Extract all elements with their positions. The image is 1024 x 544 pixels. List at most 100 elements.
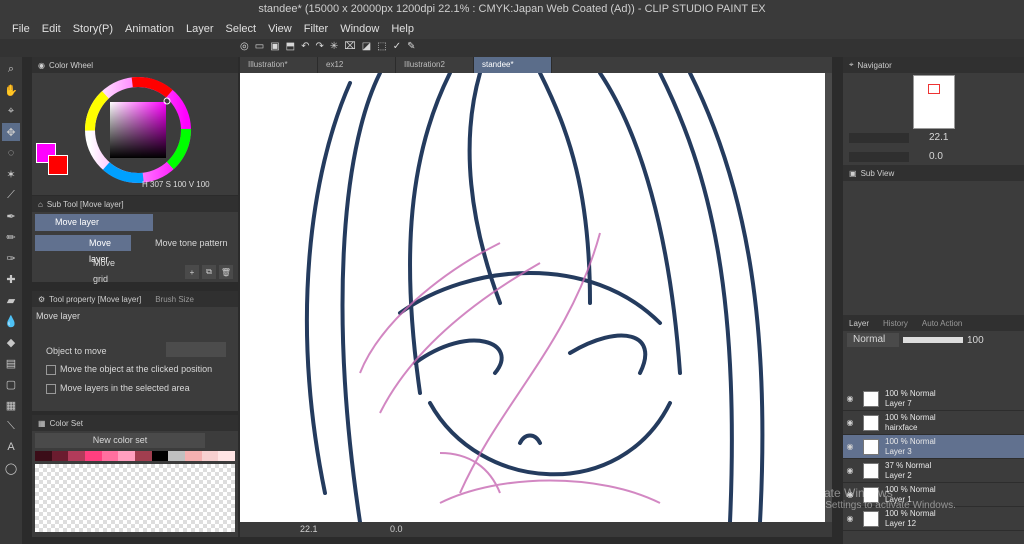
hsv-readout: H 307 S 100 V 100 <box>142 180 210 189</box>
fill-icon[interactable]: ◪ <box>362 41 371 52</box>
open-file-icon[interactable]: ▣ <box>270 41 279 52</box>
brush-size-tab[interactable]: Brush Size <box>155 295 194 304</box>
fill-icon[interactable]: ◆ <box>2 333 20 351</box>
tab-illustration[interactable]: Illustration* <box>240 57 318 73</box>
layer-row[interactable]: ◉ 100 % Normal hairxface <box>843 411 1024 435</box>
option-selected-area[interactable]: Move layers in the selected area <box>46 383 190 394</box>
color-set-dropdown[interactable]: New color set <box>35 433 205 448</box>
ruler-icon[interactable]: ⟍ <box>2 417 20 435</box>
menu-window[interactable]: Window <box>340 23 379 35</box>
layer-row[interactable]: ◉ 37 % Normal Layer 2 <box>843 459 1024 483</box>
new-file-icon[interactable]: ▭ <box>255 41 264 52</box>
subview-icon: ▣ <box>849 168 857 178</box>
redo-icon[interactable]: ↷ <box>315 41 323 52</box>
sub-color-swatch[interactable] <box>48 155 68 175</box>
layer-row[interactable]: ◉ 100 % Normal Layer 7 <box>843 387 1024 411</box>
menu-file[interactable]: File <box>12 23 30 35</box>
lasso-icon[interactable]: ◌ <box>2 144 20 162</box>
layer-thumbnail <box>863 390 879 407</box>
tool-property-name: Move layer <box>36 311 81 321</box>
blend-mode-dropdown[interactable]: Normal <box>847 333 899 347</box>
undo-icon[interactable]: ↶ <box>301 41 309 52</box>
option-clicked-position[interactable]: Move the object at the clicked position <box>46 364 212 375</box>
layer-tab[interactable]: Layer <box>849 319 869 328</box>
visibility-icon[interactable]: ◉ <box>843 418 857 427</box>
tab-standee[interactable]: standee* <box>474 57 552 73</box>
navigator-title: Navigator <box>857 60 892 70</box>
sub-tool-item-move-grid[interactable]: Move grid <box>35 255 131 284</box>
menu-view[interactable]: View <box>268 23 292 35</box>
navigator-preview[interactable] <box>913 75 955 129</box>
navigator-icon: ⌖ <box>849 60 854 69</box>
visibility-icon[interactable]: ◉ <box>843 394 857 403</box>
auto-action-tab[interactable]: Auto Action <box>922 319 962 328</box>
menu-help[interactable]: Help <box>391 23 414 35</box>
visibility-icon[interactable]: ◉ <box>843 466 857 475</box>
balloon-icon[interactable]: ◯ <box>2 459 20 477</box>
menu-edit[interactable]: Edit <box>42 23 61 35</box>
navigator-zoom-slider[interactable] <box>849 132 909 143</box>
blend-icon[interactable]: 💧 <box>2 312 20 330</box>
layer-thumbnail <box>863 414 879 431</box>
pen-icon[interactable]: ✒ <box>2 207 20 225</box>
drawing-canvas[interactable] <box>240 73 825 522</box>
visibility-icon[interactable]: ◉ <box>843 442 857 451</box>
loading-icon[interactable]: ✳ <box>330 41 338 52</box>
menu-animation[interactable]: Animation <box>125 23 174 35</box>
layer-row-selected[interactable]: ◉ 100 % Normal Layer 3 <box>843 435 1024 459</box>
zoom-icon[interactable]: ⌕ <box>2 60 20 78</box>
gradient-icon[interactable]: ▤ <box>2 354 20 372</box>
save-file-icon[interactable]: ⬒ <box>286 41 295 52</box>
color-set-panel: ▦ Color Set New color set <box>32 415 238 537</box>
rotation-value[interactable]: 0.0 <box>390 524 403 534</box>
operation-icon[interactable]: ⌖ <box>2 102 20 120</box>
eyedropper-icon[interactable]: ⟋ <box>2 186 20 204</box>
menu-story[interactable]: Story(P) <box>73 23 113 35</box>
eraser-icon[interactable]: ▰ <box>2 291 20 309</box>
tab-ex12[interactable]: ex12 <box>318 57 396 73</box>
pencil-icon[interactable]: ✏ <box>2 228 20 246</box>
sub-tool-item-move-tone-pattern[interactable]: Move tone pattern <box>135 235 235 251</box>
color-wheel[interactable] <box>83 75 193 185</box>
canvas-area: Illustration* ex12 Illustration2 standee… <box>240 57 832 537</box>
color-set-grid[interactable] <box>35 464 235 532</box>
menu-bar: File Edit Story(P) Animation Layer Selec… <box>0 19 1024 39</box>
navigator-rotation-slider[interactable] <box>849 151 909 162</box>
clear-icon[interactable]: ⌧ <box>344 41 356 52</box>
color-swatch-row[interactable] <box>35 451 236 461</box>
sub-tool-group[interactable]: Move layer <box>35 214 153 231</box>
activate-windows-watermark: Activate Windows Go to Settings to activ… <box>798 486 956 511</box>
opacity-value: 100 <box>967 334 984 346</box>
menu-filter[interactable]: Filter <box>304 23 328 35</box>
visibility-icon[interactable]: ◉ <box>843 514 857 523</box>
brush-icon[interactable]: ✑ <box>2 249 20 267</box>
object-to-move-label: Object to move <box>46 346 107 356</box>
hand-icon[interactable]: ✋ <box>2 81 20 99</box>
tab-illustration2[interactable]: Illustration2 <box>396 57 474 73</box>
brush-icon[interactable]: ✎ <box>407 41 415 52</box>
canvas-statusbar: 22.1 0.0 <box>240 522 832 537</box>
opacity-slider[interactable] <box>903 337 963 343</box>
history-tab[interactable]: History <box>883 319 908 328</box>
subview-title: Sub View <box>860 168 895 178</box>
decoration-icon[interactable]: ✚ <box>2 270 20 288</box>
move-icon[interactable]: ✥ <box>2 123 20 141</box>
add-tool-icon[interactable]: + <box>185 265 199 279</box>
clip-studio-icon[interactable]: ◎ <box>240 41 249 52</box>
magic-wand-icon[interactable]: ✶ <box>2 165 20 183</box>
window-title: standee* (15000 x 20000px 1200dpi 22.1% … <box>0 0 1024 19</box>
menu-layer[interactable]: Layer <box>186 23 214 35</box>
check-icon[interactable]: ✓ <box>393 41 401 52</box>
delete-tool-icon[interactable]: 🗑 <box>219 265 233 279</box>
sub-tool-panel: ⌂ Sub Tool [Move layer] Move layer Move l… <box>32 196 238 284</box>
frame-icon[interactable]: ▦ <box>2 396 20 414</box>
menu-select[interactable]: Select <box>226 23 257 35</box>
object-to-move-buttons[interactable] <box>166 342 226 357</box>
sub-tool-item-move-layer[interactable]: Move layer <box>35 235 131 264</box>
navigator-rotation-value: 0.0 <box>929 151 943 162</box>
text-icon[interactable]: A <box>2 438 20 456</box>
duplicate-tool-icon[interactable]: ⧉ <box>202 265 216 279</box>
transform-icon[interactable]: ⬚ <box>377 41 386 52</box>
zoom-value[interactable]: 22.1 <box>300 524 318 534</box>
figure-icon[interactable]: ▢ <box>2 375 20 393</box>
